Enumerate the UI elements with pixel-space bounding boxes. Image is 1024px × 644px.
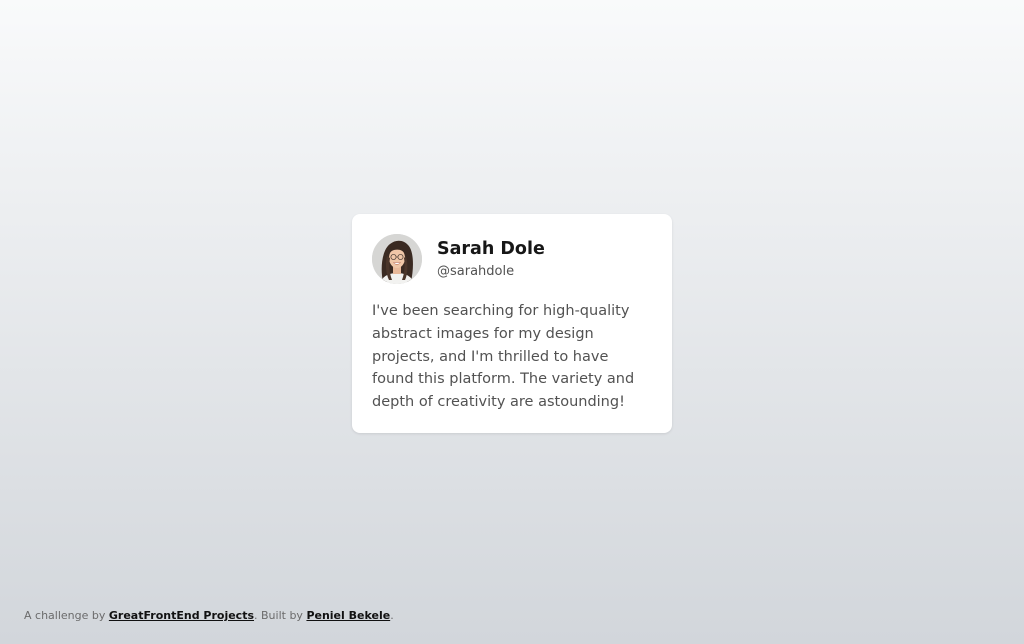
testimonial-card: Sarah Dole @sarahdole I've been searchin… (352, 214, 672, 433)
identity: Sarah Dole @sarahdole (437, 237, 545, 281)
user-name: Sarah Dole (437, 239, 545, 259)
footer-middle: . Built by (254, 609, 307, 622)
user-handle: @sarahdole (437, 264, 515, 279)
footer-prefix: A challenge by (24, 609, 109, 622)
author-link[interactable]: Peniel Bekele (306, 609, 390, 622)
testimonial-text: I've been searching for high-quality abs… (372, 303, 635, 411)
attribution-footer: A challenge by GreatFrontEnd Projects. B… (24, 608, 394, 624)
card-header: Sarah Dole @sarahdole (372, 234, 654, 284)
greatfrontend-link[interactable]: GreatFrontEnd Projects (109, 609, 254, 622)
avatar-photo-icon (372, 234, 422, 284)
footer-suffix: . (390, 609, 394, 622)
avatar (372, 234, 422, 284)
